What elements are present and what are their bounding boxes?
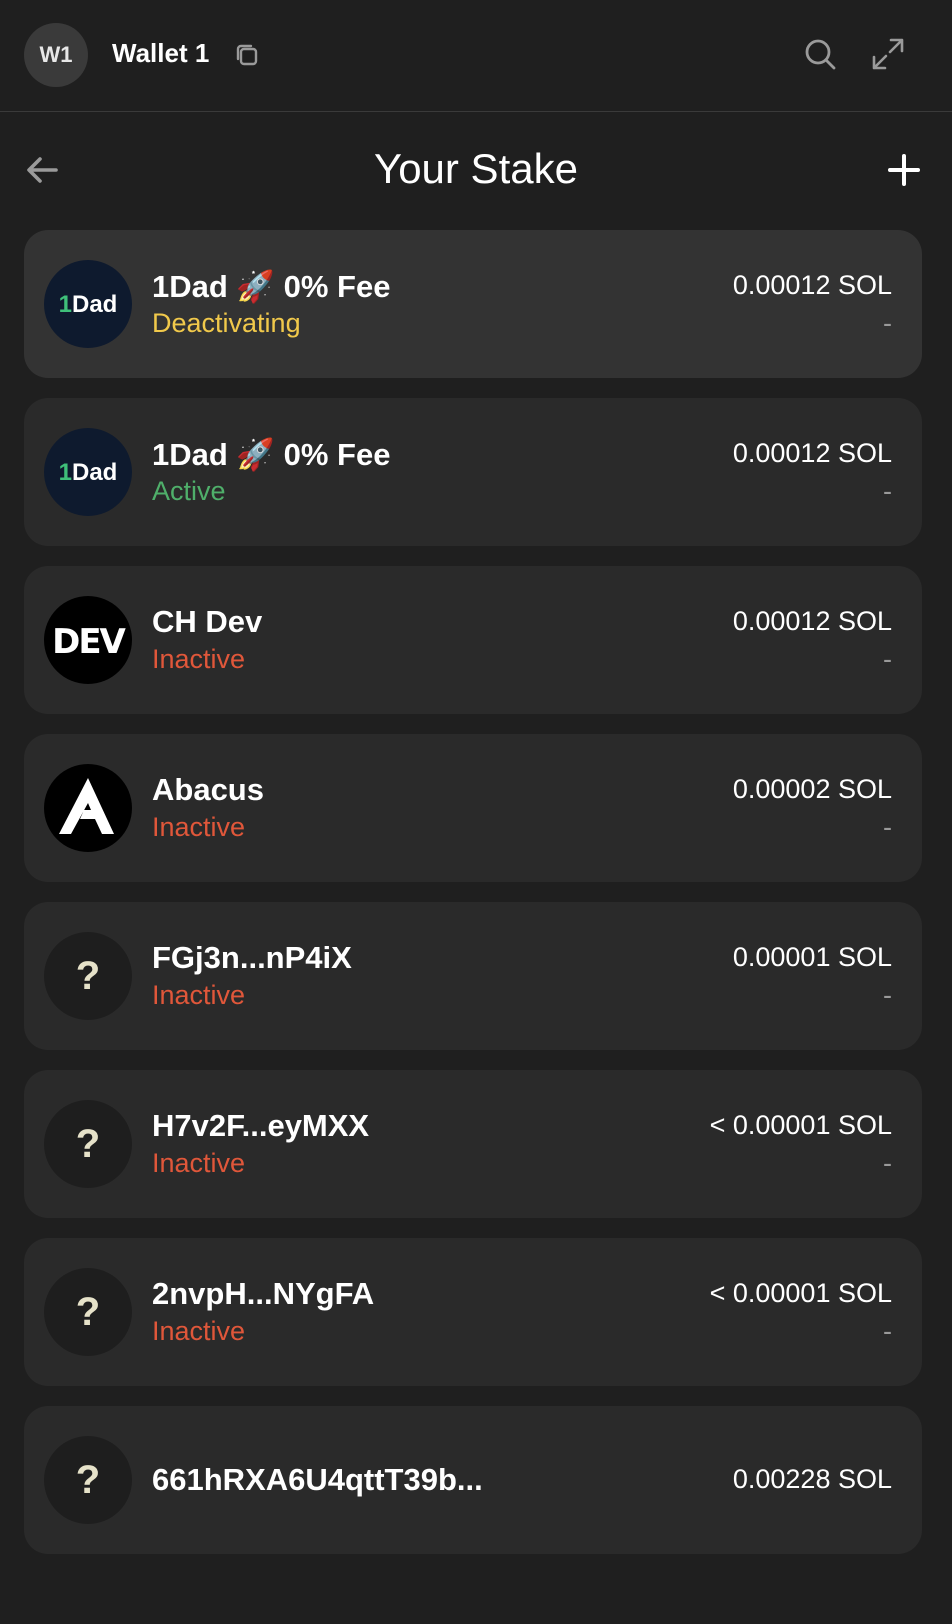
stake-row[interactable]: ? H7v2F...eyMXX Inactive < 0.00001 SOL - [24, 1070, 922, 1218]
stake-amount: < 0.00001 SOL [709, 1110, 892, 1140]
abacus-logo-icon [59, 778, 114, 834]
question-icon: ? [44, 932, 132, 1020]
stake-row[interactable]: ? FGj3n...nP4iX Inactive 0.00001 SOL - [24, 902, 922, 1050]
wallet-name[interactable]: Wallet 1 [112, 38, 209, 69]
stake-amount: 0.00002 SOL [732, 774, 892, 804]
stake-row[interactable]: DEV CH Dev Inactive 0.00012 SOL - [24, 566, 922, 714]
stake-amount: 0.00012 SOL [732, 438, 892, 468]
stake-amount: 0.00012 SOL [732, 606, 892, 636]
svg-text:1Dad: 1Dad [59, 459, 118, 486]
validator-name: FGj3n...nP4iX [152, 940, 352, 975]
stake-sub-value: - [883, 812, 892, 842]
svg-text:1Dad: 1Dad [59, 291, 118, 318]
validator-name: 2nvpH...NYgFA [152, 1276, 375, 1311]
stake-status: Deactivating [152, 308, 301, 338]
dev-logo: DEV [44, 596, 132, 684]
validator-name: H7v2F...eyMXX [152, 1108, 370, 1143]
stake-status: Inactive [152, 1316, 246, 1346]
stake-status: Inactive [152, 812, 246, 842]
top-bar: W1 Wallet 1 [0, 0, 952, 112]
stake-amount: < 0.00001 SOL [709, 1278, 892, 1308]
question-icon: ? [44, 1100, 132, 1188]
1dad-logo-icon: 1Dad [59, 459, 118, 486]
validator-name: Abacus [152, 772, 264, 807]
stake-amount: 0.00228 SOL [732, 1464, 892, 1494]
dev-logo-icon: DEV [52, 622, 128, 662]
stake-status: Inactive [152, 644, 246, 674]
stake-status: Active [152, 476, 226, 506]
stake-row[interactable]: ? 2nvpH...NYgFA Inactive < 0.00001 SOL - [24, 1238, 922, 1386]
question-icon: ? [44, 1268, 132, 1356]
stake-sub-value: - [883, 308, 892, 338]
stake-status: Inactive [152, 980, 246, 1010]
wallet-avatar[interactable]: W1 [24, 23, 88, 87]
question-icon: ? [44, 1436, 132, 1524]
stake-sub-value: - [883, 980, 892, 1010]
stake-list: 1Dad 1Dad 🚀 0% Fee Deactivating 0.00012 … [24, 230, 922, 1574]
validator-name: 1Dad 🚀 0% Fee [152, 269, 391, 304]
expand-icon[interactable] [870, 36, 906, 72]
stake-amount: 0.00012 SOL [732, 270, 892, 300]
stake-row[interactable]: Abacus Inactive 0.00002 SOL - [24, 734, 922, 882]
stake-row[interactable]: 1Dad 1Dad 🚀 0% Fee Active 0.00012 SOL - [24, 398, 922, 546]
stake-row[interactable]: ? 661hRXA6U4qttT39b... 0.00228 SOL [24, 1406, 922, 1554]
abacus-logo [44, 764, 132, 852]
stake-sub-value: - [883, 476, 892, 506]
validator-name: 661hRXA6U4qttT39b... [152, 1462, 483, 1497]
svg-text:DEV: DEV [52, 622, 126, 662]
validator-name: 1Dad 🚀 0% Fee [152, 437, 391, 472]
page-title: Your Stake [374, 145, 578, 192]
stake-row[interactable]: 1Dad 1Dad 🚀 0% Fee Deactivating 0.00012 … [24, 230, 922, 378]
copy-icon[interactable] [232, 40, 262, 70]
stake-sub-value: - [883, 1316, 892, 1346]
validator-name: CH Dev [152, 604, 263, 639]
1dad-logo-icon: 1Dad [59, 291, 118, 318]
stake-status: Inactive [152, 1148, 246, 1178]
stake-sub-value: - [883, 644, 892, 674]
1dad-logo: 1Dad [44, 260, 132, 348]
1dad-logo: 1Dad [44, 428, 132, 516]
stake-sub-value: - [883, 1148, 892, 1178]
add-icon[interactable] [886, 152, 922, 188]
stake-amount: 0.00001 SOL [732, 942, 892, 972]
search-icon[interactable] [802, 36, 838, 72]
